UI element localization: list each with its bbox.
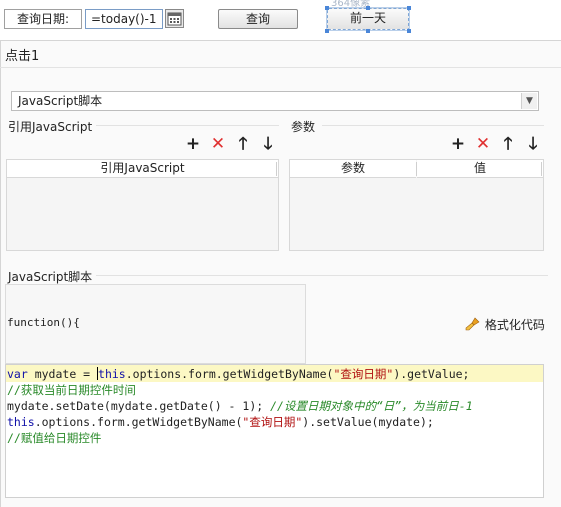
column-separator bbox=[541, 162, 542, 176]
format-code-label: 格式化代码 bbox=[484, 318, 545, 332]
selection-handle[interactable] bbox=[325, 6, 329, 10]
plus-icon[interactable]: + bbox=[449, 135, 467, 153]
param-group-label: 参数 bbox=[291, 120, 316, 134]
code-line[interactable]: this.options.form.getWidgetByName("查询日期"… bbox=[7, 414, 473, 430]
arrow-up-icon[interactable]: 🡑 bbox=[234, 135, 252, 153]
code-line[interactable]: mydate.setDate(mydate.getDate() - 1); //… bbox=[7, 398, 473, 414]
column-header-value[interactable]: 值 bbox=[417, 160, 543, 178]
column-header-param[interactable]: 参数 bbox=[290, 160, 416, 178]
selection-handle[interactable] bbox=[366, 29, 370, 33]
selection-handle[interactable] bbox=[366, 6, 370, 10]
code-text[interactable]: var mydate = this.options.form.getWidget… bbox=[7, 366, 473, 446]
code-editor[interactable]: var mydate = this.options.form.getWidget… bbox=[5, 364, 544, 498]
selection-handle[interactable] bbox=[325, 29, 329, 33]
arrow-down-icon[interactable]: 🡓 bbox=[524, 135, 542, 153]
brush-icon bbox=[465, 316, 481, 335]
calendar-icon[interactable] bbox=[165, 9, 184, 28]
format-code-button[interactable]: 格式化代码 bbox=[465, 316, 545, 335]
ref-js-group-label: 引用JavaScript bbox=[8, 120, 93, 134]
query-button[interactable]: 查询 bbox=[218, 9, 298, 29]
code-line[interactable]: //赋值给日期控件 bbox=[7, 430, 473, 446]
group-divider bbox=[96, 275, 548, 276]
group-divider bbox=[96, 125, 279, 126]
selection-handle[interactable] bbox=[407, 29, 411, 33]
group-divider bbox=[322, 125, 544, 126]
function-header: function(){ bbox=[7, 316, 80, 329]
column-separator bbox=[276, 162, 277, 176]
code-line[interactable]: //获取当前日期控件时间 bbox=[7, 382, 473, 398]
script-type-select[interactable]: JavaScript脚本 ▼ bbox=[11, 91, 539, 111]
code-line[interactable]: var mydate = this.options.form.getWidget… bbox=[7, 366, 473, 382]
query-date-label: 查询日期: bbox=[4, 9, 82, 29]
script-group-label: JavaScript脚本 bbox=[8, 270, 93, 284]
arrow-down-icon[interactable]: 🡓 bbox=[259, 135, 277, 153]
param-table: 参数 值 bbox=[289, 159, 544, 251]
arrow-up-icon[interactable]: 🡑 bbox=[499, 135, 517, 153]
column-header-ref-js[interactable]: 引用JavaScript bbox=[7, 160, 278, 178]
dialog-title: 点击1 bbox=[5, 49, 40, 64]
script-type-value: JavaScript脚本 bbox=[18, 94, 103, 108]
plus-icon[interactable]: + bbox=[184, 135, 202, 153]
selection-handle[interactable] bbox=[407, 6, 411, 10]
title-divider bbox=[0, 67, 561, 68]
ref-js-table: 引用JavaScript bbox=[6, 159, 279, 251]
prev-day-button[interactable]: 前一天 bbox=[326, 7, 410, 31]
chevron-down-icon[interactable]: ▼ bbox=[521, 93, 537, 109]
cross-icon[interactable]: ✕ bbox=[209, 135, 227, 153]
cross-icon[interactable]: ✕ bbox=[474, 135, 492, 153]
query-date-input[interactable]: =today()-1 bbox=[85, 9, 163, 29]
